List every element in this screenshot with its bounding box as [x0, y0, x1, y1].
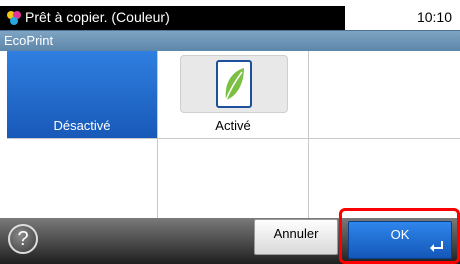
option-active[interactable]: Activé — [158, 51, 309, 139]
icon-tile — [180, 55, 288, 113]
empty-cell — [309, 139, 460, 218]
printer-color-icon — [7, 11, 21, 25]
option-desactive[interactable]: Désactivé — [7, 51, 158, 139]
status-text: Prêt à copier. (Couleur) — [25, 9, 170, 25]
ok-button[interactable]: OK — [348, 221, 452, 259]
options-grid: Désactivé Activé — [7, 51, 460, 218]
option-desactive-label: Désactivé — [53, 118, 111, 133]
empty-cell — [7, 139, 158, 218]
page-title: EcoPrint — [4, 33, 54, 48]
leaf-icon — [216, 60, 252, 108]
cancel-button[interactable]: Annuler — [254, 219, 338, 255]
empty-cell — [309, 51, 460, 139]
title-bar: EcoPrint — [0, 30, 460, 51]
help-button[interactable]: ? — [8, 224, 38, 254]
clock: 10:10 — [416, 9, 452, 25]
status-bar: Prêt à copier. (Couleur) 10:10 — [0, 0, 460, 30]
option-active-label: Activé — [215, 118, 251, 133]
enter-icon — [430, 241, 443, 252]
empty-cell — [158, 139, 309, 218]
